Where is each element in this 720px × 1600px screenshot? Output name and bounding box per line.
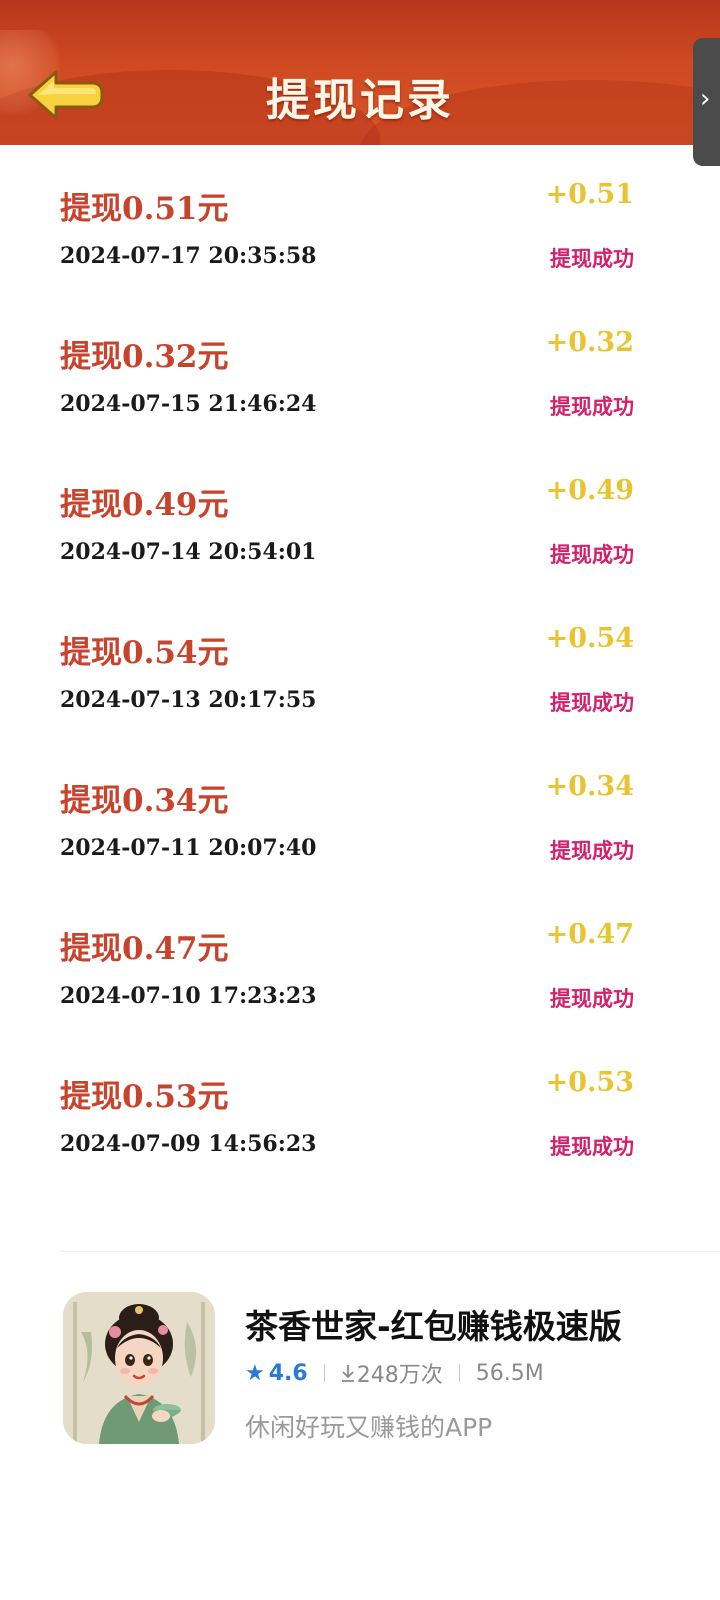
meta-separator (323, 1364, 325, 1382)
app-size: 56.5M (475, 1360, 544, 1386)
app-downloads: 248万次 (356, 1363, 443, 1388)
app-description: 休闲好玩又赚钱的APP (245, 1413, 493, 1442)
record-item: 提现0.54元 +0.54 2024-07-13 20:17:55 提现成功 (0, 589, 720, 737)
star-icon: ★ (245, 1360, 265, 1386)
record-amount: +0.47 (545, 919, 634, 950)
record-item: 提现0.51元 +0.51 2024-07-17 20:35:58 提现成功 (0, 145, 720, 293)
chevron-right-icon: › (700, 84, 711, 114)
record-title: 提现0.53元 (60, 1079, 229, 1115)
record-amount: +0.53 (545, 1067, 634, 1098)
record-title: 提现0.51元 (60, 191, 229, 227)
record-amount: +0.49 (545, 475, 634, 506)
record-time: 2024-07-10 17:23:23 (60, 983, 317, 1009)
withdrawal-records-list: 提现0.51元 +0.51 2024-07-17 20:35:58 提现成功 提… (0, 145, 720, 1181)
app-promo-card[interactable]: 茶香世家-红包赚钱极速版 ★ 4.6 248万次 56.5M 休闲好玩又赚钱的A… (0, 1252, 720, 1482)
record-item: 提现0.49元 +0.49 2024-07-14 20:54:01 提现成功 (0, 441, 720, 589)
record-title: 提现0.54元 (60, 635, 229, 671)
record-status: 提现成功 (550, 987, 634, 1011)
page-title: 提现记录 (266, 75, 454, 126)
record-amount: +0.54 (545, 623, 634, 654)
header-bar: 提现记录 (0, 0, 720, 145)
record-time: 2024-07-13 20:17:55 (60, 687, 317, 713)
app-icon-illustration[interactable] (63, 1292, 215, 1444)
record-item: 提现0.47元 +0.47 2024-07-10 17:23:23 提现成功 (0, 885, 720, 1033)
record-time: 2024-07-15 21:46:24 (60, 391, 317, 417)
record-amount: +0.32 (545, 327, 634, 358)
record-title: 提现0.49元 (60, 487, 229, 523)
record-title: 提现0.32元 (60, 339, 229, 375)
record-item: 提现0.32元 +0.32 2024-07-15 21:46:24 提现成功 (0, 293, 720, 441)
app-icon-illustration-art (63, 1292, 215, 1444)
meta-separator (458, 1364, 460, 1382)
record-status: 提现成功 (550, 839, 634, 863)
record-item: 提现0.34元 +0.34 2024-07-11 20:07:40 提现成功 (0, 737, 720, 885)
record-amount: +0.34 (545, 771, 634, 802)
record-status: 提现成功 (550, 543, 634, 567)
record-status: 提现成功 (550, 691, 634, 715)
app-meta-row: ★ 4.6 248万次 56.5M (245, 1358, 544, 1389)
record-item: 提现0.53元 +0.53 2024-07-09 14:56:23 提现成功 (0, 1033, 720, 1181)
record-time: 2024-07-11 20:07:40 (60, 835, 317, 861)
record-time: 2024-07-14 20:54:01 (60, 539, 317, 565)
record-amount: +0.51 (545, 179, 634, 210)
record-time: 2024-07-09 14:56:23 (60, 1131, 317, 1157)
record-title: 提现0.47元 (60, 931, 229, 967)
record-status: 提现成功 (550, 247, 634, 271)
app-name: 茶香世家-红包赚钱极速版 (245, 1307, 622, 1346)
record-time: 2024-07-17 20:35:58 (60, 243, 317, 269)
download-icon (341, 1365, 354, 1382)
record-status: 提现成功 (550, 1135, 634, 1159)
record-title: 提现0.34元 (60, 783, 229, 819)
app-rating: 4.6 (268, 1360, 308, 1386)
record-status: 提现成功 (550, 395, 634, 419)
